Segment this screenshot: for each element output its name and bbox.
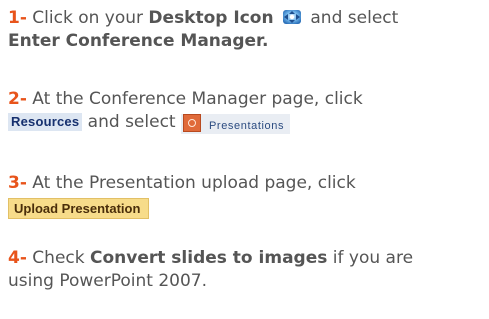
step-text: Click on your [32, 8, 149, 28]
step-number: 3- [8, 173, 27, 193]
step-text: At the Conference Manager page, click [32, 89, 363, 109]
convert-slides-label: Convert slides to images [90, 248, 328, 268]
desktop-icon[interactable] [281, 8, 303, 26]
step-2: 2- At the Conference Manager page, click… [8, 88, 483, 134]
step-text-second-line: using PowerPoint 2007. [8, 271, 208, 291]
enter-conference-manager-label: Enter Conference Manager. [8, 31, 269, 51]
step-text-continued: and select [304, 8, 399, 28]
desktop-icon-label: Desktop Icon [148, 8, 274, 28]
upload-presentation-button[interactable]: Upload Presentation [8, 198, 150, 219]
step-4: 4- Check Convert slides to images if you… [8, 247, 483, 293]
step-number: 2- [8, 89, 27, 109]
resources-button[interactable]: Resources [8, 113, 83, 131]
presentations-menu-item[interactable]: Presentations [181, 114, 291, 134]
step-text: Check [32, 248, 90, 268]
presentations-label: Presentations [209, 120, 285, 132]
step-text-continued: if you are [327, 248, 414, 268]
step-text-continued: and select [82, 112, 181, 132]
instructions-page: 1- Click on your Desktop Icon and select… [0, 0, 489, 319]
step-1: 1- Click on your Desktop Icon and select… [8, 7, 483, 53]
step-number: 1- [8, 8, 27, 28]
step-3: 3- At the Presentation upload page, clic… [8, 172, 483, 220]
presentations-icon [183, 114, 201, 132]
step-number: 4- [8, 248, 27, 268]
step-text: At the Presentation upload page, click [32, 173, 356, 193]
